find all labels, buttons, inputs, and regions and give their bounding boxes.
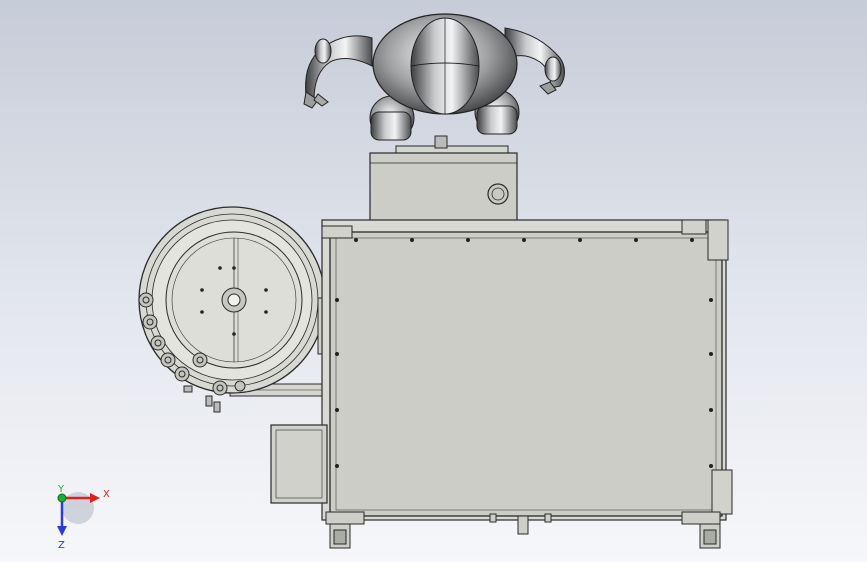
housing-port — [487, 183, 509, 205]
y-axis-label: Y — [57, 484, 65, 495]
x-axis-label: X — [103, 489, 110, 500]
side-box — [270, 424, 328, 504]
axis-triad: X Y Z — [57, 484, 110, 551]
x-axis-arrow-icon — [90, 493, 100, 503]
y-axis-dot-icon — [57, 493, 67, 503]
robot-arm — [303, 13, 565, 141]
cad-viewport[interactable]: X Y Z — [0, 0, 867, 562]
bowl-feeder — [138, 206, 331, 413]
upper-housing — [369, 135, 518, 230]
main-cabinet — [321, 219, 733, 521]
z-axis-label: Z — [58, 540, 65, 551]
z-axis-arrow-icon — [57, 526, 67, 536]
